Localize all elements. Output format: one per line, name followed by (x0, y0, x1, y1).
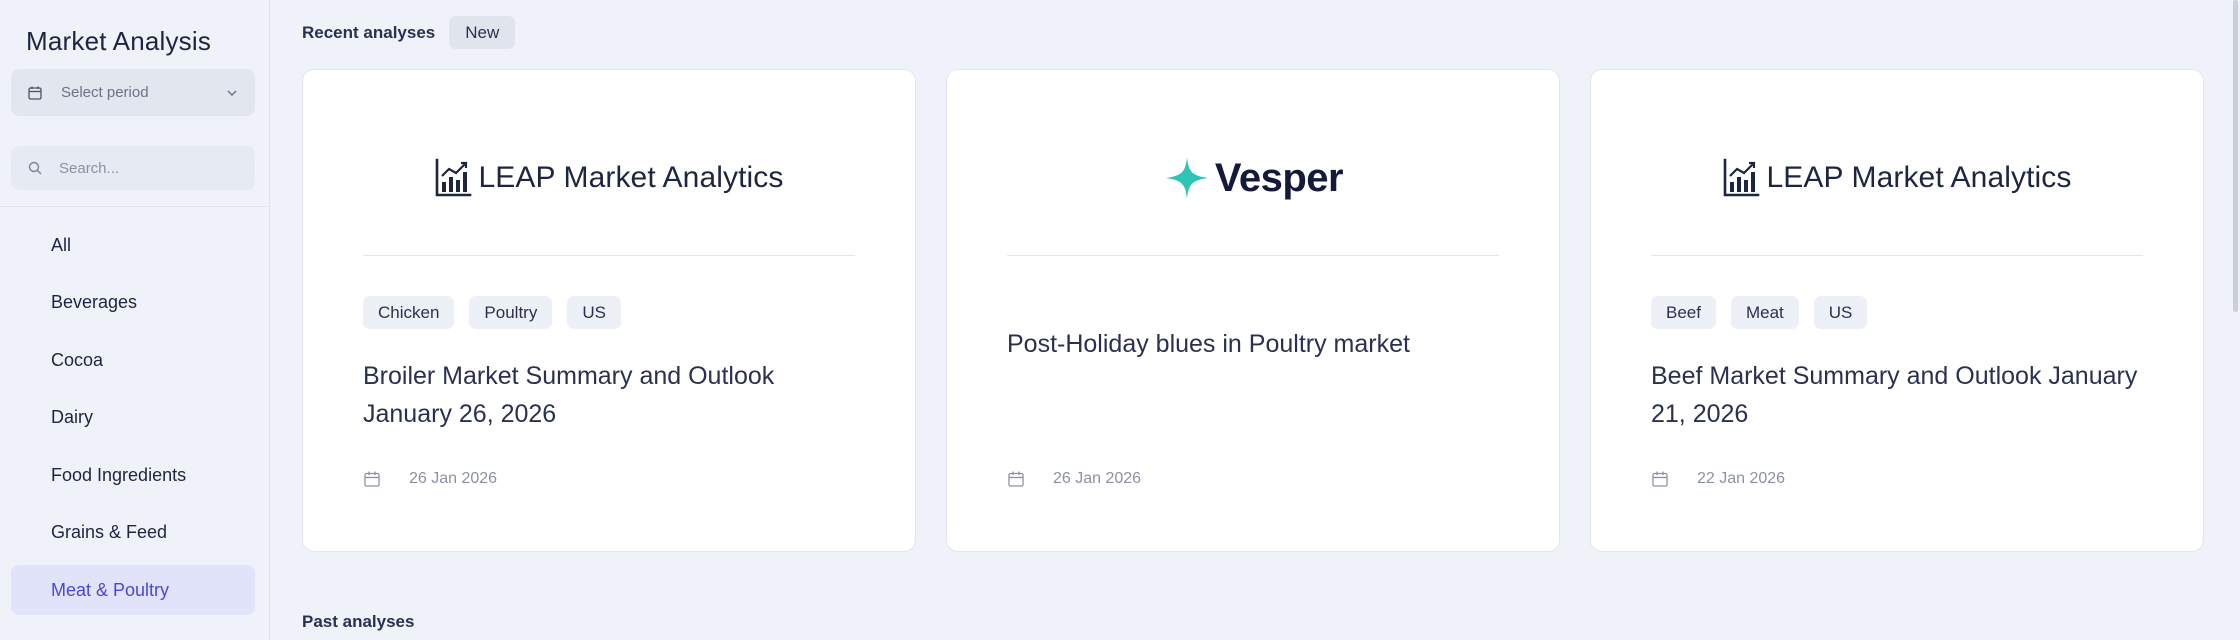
calendar-icon (1008, 471, 1024, 487)
card-heading[interactable]: Broiler Market Summary and Outlook Janua… (363, 357, 855, 433)
card-logo: Vesper (947, 150, 1559, 206)
sparkle-icon (1165, 157, 1208, 199)
card-date: 22 Jan 2026 (1651, 470, 1785, 488)
bar-chart-icon (436, 158, 472, 197)
tag[interactable]: Beef (1651, 296, 1716, 329)
card-divider (363, 255, 855, 256)
sidebar-item-dairy[interactable]: Dairy (11, 393, 255, 443)
card-divider (1007, 255, 1499, 256)
date-text: 22 Jan 2026 (1697, 470, 1786, 487)
card-divider (1651, 255, 2143, 256)
tag[interactable]: Chicken (363, 296, 455, 329)
bar-chart-icon (1724, 158, 1760, 197)
period-select[interactable]: Select period (11, 69, 255, 116)
sidebar-divider (0, 206, 270, 207)
card-heading[interactable]: Beef Market Summary and Outlook January … (1651, 357, 2143, 433)
sidebar: Market Analysis Select period All Bevera… (0, 0, 270, 640)
logo-text: LEAP Market Analytics (478, 161, 784, 194)
chevron-down-icon (227, 90, 237, 96)
sidebar-item-all[interactable]: All (11, 220, 255, 270)
past-analyses-title: Past analyses (302, 612, 415, 631)
date-text: 26 Jan 2026 (1053, 470, 1142, 487)
card-logo: LEAP Market Analytics (303, 150, 915, 206)
tag[interactable]: US (1813, 296, 1868, 329)
logo-text: Vesper (1214, 155, 1344, 200)
app-title: Market Analysis (26, 26, 212, 56)
new-analysis-button[interactable]: New (449, 16, 516, 49)
calendar-icon (28, 86, 42, 100)
calendar-icon (1652, 471, 1668, 487)
section-title: Recent analyses (302, 22, 436, 42)
sidebar-item-beverages[interactable]: Beverages (11, 278, 255, 328)
logo-text: LEAP Market Analytics (1766, 161, 2072, 194)
tag[interactable]: Poultry (469, 296, 553, 329)
search-icon (28, 161, 42, 175)
category-nav: All Beverages Cocoa Dairy Food Ingredien… (11, 220, 255, 623)
sidebar-item-cocoa[interactable]: Cocoa (11, 335, 255, 385)
sidebar-item-meat-poultry[interactable]: Meat & Poultry (11, 565, 255, 615)
sidebar-item-grains-feed[interactable]: Grains & Feed (11, 508, 255, 558)
date-text: 26 Jan 2026 (409, 470, 498, 487)
tag[interactable]: US (567, 296, 621, 329)
tag-list: Beef Meat US (1651, 296, 1868, 329)
scrollbar-thumb[interactable] (2233, 0, 2238, 312)
analysis-card[interactable]: LEAP Market Analytics Beef Meat US Beef … (1590, 69, 2204, 552)
card-logo: LEAP Market Analytics (1591, 150, 2203, 206)
scrollbar[interactable] (2230, 0, 2240, 640)
card-heading[interactable]: Post-Holiday blues in Poultry market (1007, 325, 1499, 363)
tag[interactable]: Meat (1730, 296, 1799, 329)
card-date: 26 Jan 2026 (1007, 470, 1141, 488)
search-input[interactable] (59, 159, 239, 177)
search-box (11, 146, 255, 190)
card-date: 26 Jan 2026 (363, 470, 497, 488)
sidebar-item-food-ingredients[interactable]: Food Ingredients (11, 450, 255, 500)
period-select-label: Select period (61, 84, 149, 101)
main-content: Recent analyses New LEAP Market Analytic… (270, 0, 2240, 640)
tag-list: Chicken Poultry US (363, 296, 621, 329)
analysis-card[interactable]: LEAP Market Analytics Chicken Poultry US… (302, 69, 916, 552)
analysis-card[interactable]: Vesper Post-Holiday blues in Poultry mar… (946, 69, 1560, 552)
calendar-icon (364, 471, 380, 487)
recent-analyses-header: Recent analyses New (302, 16, 516, 49)
